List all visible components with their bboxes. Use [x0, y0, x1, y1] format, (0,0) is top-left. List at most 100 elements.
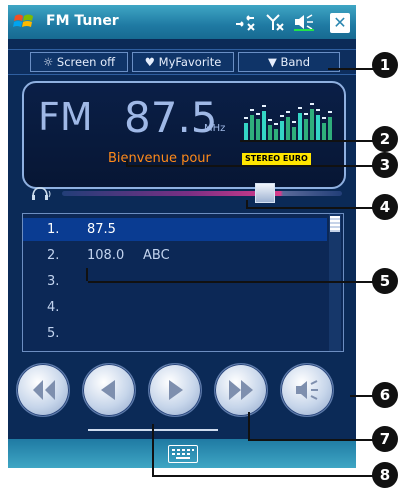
- callout-line: [248, 439, 378, 441]
- preset-number: 5.: [47, 326, 60, 341]
- rds-text: Bienvenue pour: [108, 151, 211, 166]
- title-bar: FM Tuner ✕: [8, 5, 356, 39]
- spectrum-bar: [292, 127, 296, 141]
- my-favorite-button[interactable]: ♥ MyFavorite: [132, 52, 234, 72]
- mute-button[interactable]: [280, 363, 334, 417]
- spectrum-peak: [274, 123, 278, 125]
- spectrum-bar: [268, 125, 272, 141]
- spectrum-bar: [262, 111, 266, 141]
- band-down-arrow-icon: ▼: [267, 55, 277, 69]
- callout-number: 4: [372, 194, 398, 220]
- preset-row[interactable]: 5.: [23, 322, 327, 345]
- spectrum-bar: [304, 119, 308, 141]
- seek-back-button[interactable]: [16, 363, 70, 417]
- spectrum-bar: [322, 123, 326, 141]
- callout-number: 7: [372, 426, 398, 452]
- callout-number: 2: [372, 126, 398, 152]
- spectrum-bar: [310, 109, 314, 141]
- spectrum-peak: [292, 121, 296, 123]
- screen-off-label: Screen off: [56, 55, 116, 69]
- right-arrow-icon: [169, 380, 183, 400]
- signal-icon[interactable]: [264, 12, 286, 32]
- spectrum-bar: [280, 121, 284, 141]
- toolbar: ☼ Screen off ♥ MyFavorite ▼ Band: [8, 49, 356, 75]
- spectrum-bar: [256, 119, 260, 141]
- preset-row[interactable]: 4.: [23, 296, 327, 319]
- spectrum-peak: [286, 111, 290, 113]
- spectrum-bar: [286, 117, 290, 141]
- spectrum-peak: [322, 117, 326, 119]
- playback-controls: [8, 361, 356, 417]
- volume-slider[interactable]: [62, 191, 342, 196]
- headphone-icon: [30, 185, 52, 203]
- preset-number: 3.: [47, 274, 60, 289]
- callout-line: [88, 281, 378, 283]
- preset-number: 2.: [47, 248, 60, 263]
- callout-line: [248, 207, 378, 209]
- spectrum-analyzer: [244, 103, 332, 141]
- frequency-unit: MHz: [204, 123, 226, 134]
- spectrum-peak: [250, 109, 254, 111]
- fm-tuner-screen: FM Tuner ✕ ☼ Screen off ♥ MyFavorite ▼ B…: [8, 5, 356, 468]
- callout-connector: [126, 160, 128, 167]
- speaker-icon: [296, 380, 318, 400]
- callout-number: 1: [372, 52, 398, 78]
- volume-icon[interactable]: [292, 12, 314, 32]
- step-back-button[interactable]: [82, 363, 136, 417]
- callout-line: [328, 68, 374, 70]
- spectrum-peak: [268, 119, 272, 121]
- spectrum-bar: [298, 113, 302, 141]
- spectrum-peak: [316, 109, 320, 111]
- spectrum-peak: [310, 103, 314, 105]
- seek-forward-button[interactable]: [214, 363, 268, 417]
- windows-start-icon[interactable]: [12, 10, 36, 34]
- double-left-arrow-icon: [33, 380, 55, 400]
- spectrum-peak: [262, 105, 266, 107]
- spectrum-peak: [298, 107, 302, 109]
- spectrum-bar: [316, 115, 320, 141]
- spectrum-peak: [256, 113, 260, 115]
- callout-connector: [246, 200, 248, 209]
- callout-line: [152, 475, 378, 477]
- bottom-bar: [8, 439, 356, 468]
- keyboard-icon[interactable]: [168, 445, 198, 463]
- callout-connector: [248, 412, 250, 439]
- callout-number: 6: [372, 382, 398, 408]
- callout-number: 8: [372, 462, 398, 488]
- spectrum-bar: [250, 115, 254, 141]
- band-button[interactable]: ▼ Band: [238, 52, 340, 72]
- preset-row[interactable]: 2. 108.0 ABC: [23, 244, 327, 267]
- preset-number: 4.: [47, 300, 60, 315]
- connectivity-icon[interactable]: [234, 12, 256, 32]
- frequency-text: 87.5: [124, 93, 218, 142]
- spectrum-peak: [280, 115, 284, 117]
- callout-number: 5: [372, 268, 398, 294]
- close-button[interactable]: ✕: [330, 13, 350, 33]
- callout-line: [240, 140, 378, 142]
- heart-icon: ♥: [144, 55, 155, 69]
- band-label: Band: [280, 55, 311, 69]
- spectrum-peak: [304, 113, 308, 115]
- spectrum-peak: [244, 117, 248, 119]
- callout-number: 3: [372, 152, 398, 178]
- step-forward-button[interactable]: [148, 363, 202, 417]
- preset-frequency: 108.0: [87, 248, 125, 263]
- scrollbar-thumb[interactable]: [330, 216, 340, 232]
- frequency-display: FM 87.5 MHz Bienvenue pour STEREO EURO: [22, 81, 346, 189]
- callout-line: [128, 165, 378, 167]
- spectrum-bar: [244, 123, 248, 141]
- band-text: FM: [38, 95, 93, 139]
- volume-slider-thumb[interactable]: [254, 183, 275, 203]
- callout-connector: [86, 268, 88, 281]
- my-favorite-label: MyFavorite: [158, 55, 222, 69]
- volume-row: [8, 183, 356, 205]
- preset-station-name: ABC: [143, 248, 170, 263]
- preset-number: 1.: [47, 222, 60, 237]
- stereo-badge: STEREO EURO: [242, 153, 311, 165]
- spectrum-peak: [328, 111, 332, 113]
- callout-connector: [152, 424, 154, 475]
- left-arrow-icon: [101, 380, 115, 400]
- preset-row[interactable]: 1. 87.5: [23, 218, 327, 241]
- screen-off-button[interactable]: ☼ Screen off: [30, 52, 128, 72]
- spectrum-bar: [328, 117, 332, 141]
